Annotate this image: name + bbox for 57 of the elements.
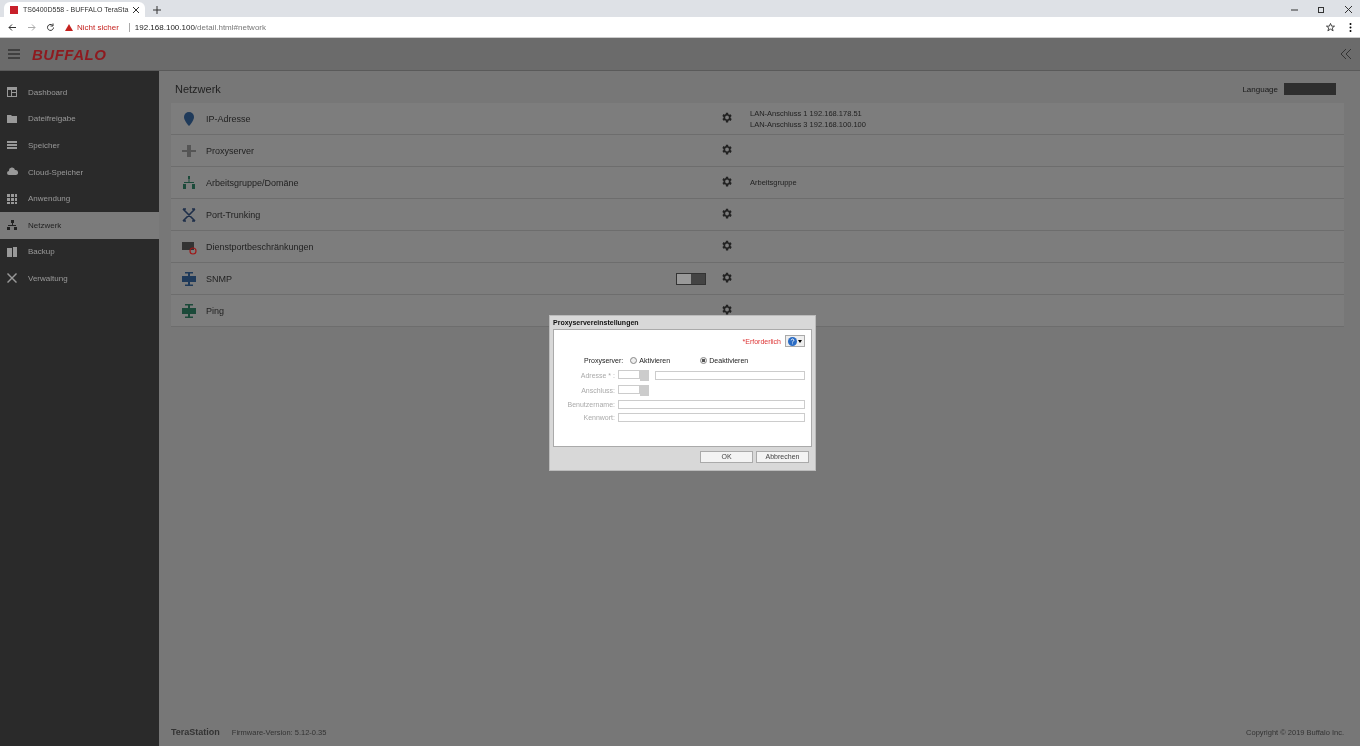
setting-label: Ping — [206, 305, 225, 316]
address-field[interactable]: 192.168.100.100/detail.html#network — [128, 22, 266, 32]
help-button[interactable] — [785, 335, 805, 347]
sidebar-item[interactable]: Dateifreigabe — [0, 105, 159, 133]
sidebar-item[interactable]: Speicher — [0, 132, 159, 159]
sidebar-item[interactable]: Dashboard — [0, 79, 159, 106]
settings-icon[interactable] — [720, 110, 733, 124]
product-name: TeraStation — [171, 727, 220, 737]
reload-icon[interactable] — [46, 22, 55, 32]
setting-label: IP-Adresse — [206, 113, 252, 124]
cross-arrows-icon — [180, 206, 197, 223]
collapse-icon[interactable] — [1340, 49, 1352, 59]
tools-icon — [6, 272, 18, 285]
setting-label: Dienstportbeschränkungen — [206, 241, 315, 252]
new-tab-icon[interactable] — [153, 6, 162, 14]
page-title: Netzwerk — [175, 83, 221, 95]
favicon-icon — [10, 5, 18, 14]
settings-icon[interactable] — [720, 302, 733, 316]
grid-icon — [6, 192, 18, 205]
restore-icon[interactable] — [1318, 6, 1325, 13]
setting-label: Proxyserver — [206, 145, 255, 156]
server-icon — [180, 142, 197, 159]
forward-arrow-icon[interactable] — [27, 22, 36, 32]
sidebar-item[interactable]: Cloud-Speicher — [0, 158, 159, 186]
sidebar-item[interactable]: Backup — [0, 238, 159, 266]
star-icon[interactable] — [1326, 22, 1335, 32]
settings-icon[interactable] — [720, 174, 733, 188]
logo: BUFFALO — [32, 45, 107, 63]
sidebar-item[interactable]: Verwaltung — [0, 265, 159, 292]
server-tower-icon — [180, 270, 197, 287]
setting-label: Port-Trunking — [206, 209, 262, 220]
security-label[interactable]: Nicht sicher — [77, 22, 119, 32]
more-icon[interactable] — [1349, 22, 1352, 32]
minimize-icon[interactable] — [1291, 6, 1298, 13]
close-icon[interactable] — [133, 6, 140, 13]
network-icon — [6, 219, 18, 232]
settings-icon[interactable] — [720, 206, 733, 220]
setting-label: Arbeitsgruppe/Domäne — [206, 177, 300, 188]
folder-icon — [6, 112, 18, 125]
toggle-switch[interactable] — [676, 272, 706, 285]
setting-label: SNMP — [206, 273, 233, 284]
settings-icon[interactable] — [720, 270, 733, 284]
back-arrow-icon[interactable] — [8, 22, 17, 32]
dashboard-icon — [6, 86, 18, 99]
storage-icon — [6, 139, 18, 152]
backup-icon — [6, 245, 18, 258]
warning-icon — [65, 23, 73, 31]
sidebar-item[interactable]: Netzwerk — [0, 211, 159, 239]
language-label: Language — [1242, 84, 1278, 94]
server-tower-icon — [180, 302, 197, 319]
settings-icon[interactable] — [720, 238, 733, 252]
caret-icon — [798, 339, 802, 343]
help-icon — [788, 336, 797, 346]
close-icon[interactable] — [1345, 6, 1352, 13]
people-icon — [180, 174, 197, 191]
settings-icon[interactable] — [720, 142, 733, 156]
sidebar-item[interactable]: Anwendung — [0, 185, 159, 212]
